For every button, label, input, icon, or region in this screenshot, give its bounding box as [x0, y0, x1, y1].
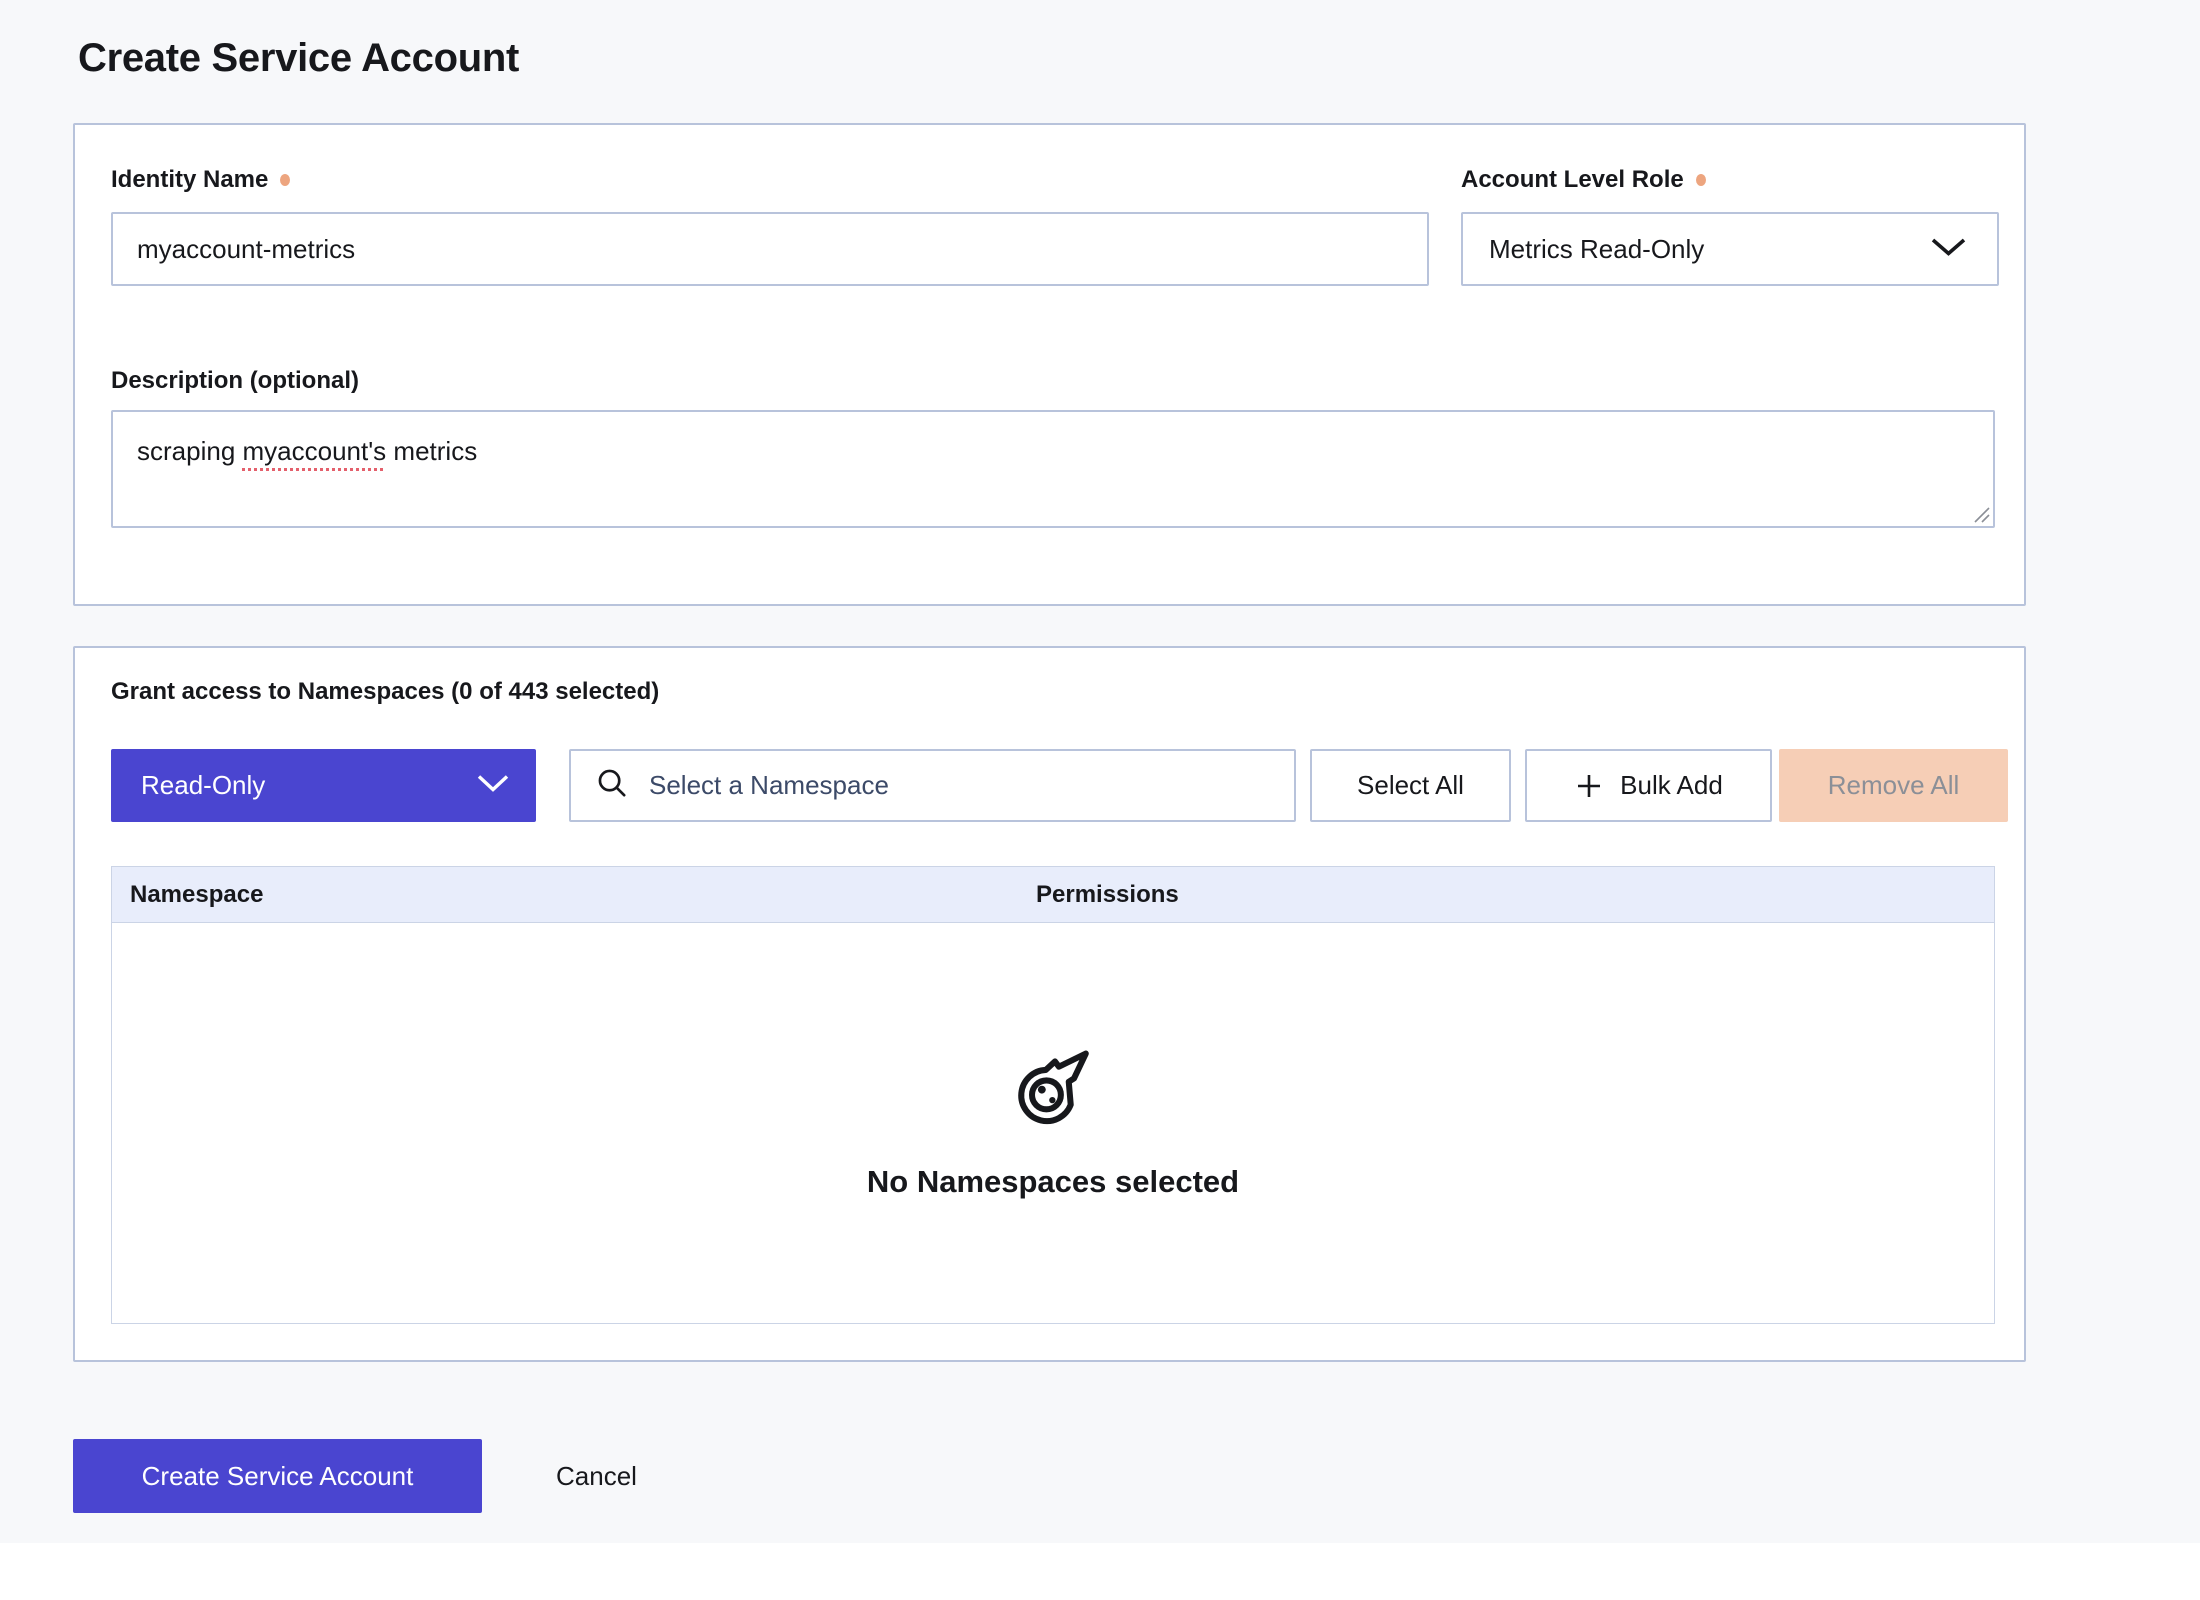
account-level-role-label: Account Level Role [1461, 165, 1684, 195]
plus-icon [1574, 771, 1604, 801]
account-level-role-field: Account Level Role Metrics Read-Only [1461, 165, 1999, 286]
remove-all-button[interactable]: Remove All [1779, 749, 2008, 822]
resize-grip-icon[interactable] [1970, 503, 1990, 523]
chevron-down-icon [476, 770, 510, 801]
description-field: Description (optional) scraping myaccoun… [111, 366, 1995, 528]
column-header-namespace: Namespace [112, 881, 1036, 909]
remove-all-label: Remove All [1828, 770, 1960, 801]
namespaces-table: Namespace Permissions No Namespaces sele… [111, 866, 1995, 1324]
required-dot-icon [280, 174, 290, 186]
create-service-account-button[interactable]: Create Service Account [73, 1439, 482, 1513]
identity-name-field: Identity Name [111, 165, 1429, 286]
description-label: Description (optional) [111, 366, 359, 396]
chevron-down-icon [1930, 234, 1967, 265]
account-level-role-select[interactable]: Metrics Read-Only [1461, 212, 1999, 286]
namespaces-table-header: Namespace Permissions [112, 867, 1994, 923]
description-text-suffix: metrics [386, 436, 477, 466]
select-all-label: Select All [1357, 770, 1464, 801]
bulk-add-button[interactable]: Bulk Add [1525, 749, 1772, 822]
form-actions: Create Service Account Cancel [73, 1439, 2026, 1513]
permission-dropdown[interactable]: Read-Only [111, 749, 536, 822]
namespace-search[interactable] [569, 749, 1296, 822]
identity-name-input[interactable] [111, 212, 1429, 286]
account-level-role-value: Metrics Read-Only [1489, 234, 1704, 265]
cancel-label: Cancel [556, 1461, 637, 1491]
description-misspelled-word: myaccount's [243, 436, 387, 466]
namespaces-table-body: No Namespaces selected [112, 923, 1994, 1323]
bottom-strip [0, 1543, 2200, 1600]
description-textarea[interactable]: scraping myaccount's metrics [111, 410, 1995, 528]
page-title: Create Service Account [78, 36, 2026, 80]
comet-icon [1011, 1046, 1095, 1128]
empty-state-message: No Namespaces selected [867, 1164, 1239, 1200]
permission-dropdown-value: Read-Only [141, 770, 265, 801]
select-all-button[interactable]: Select All [1310, 749, 1511, 822]
bulk-add-label: Bulk Add [1620, 770, 1723, 801]
namespaces-heading: Grant access to Namespaces (0 of 443 sel… [111, 677, 1995, 707]
cancel-button[interactable]: Cancel [550, 1460, 643, 1493]
identity-card: Identity Name Account Level Role Metrics… [73, 123, 2026, 606]
column-header-permissions: Permissions [1036, 881, 1994, 909]
description-text-prefix: scraping [137, 436, 243, 466]
namespaces-card: Grant access to Namespaces (0 of 443 sel… [73, 646, 2026, 1362]
namespace-search-input[interactable] [647, 769, 1274, 802]
search-icon [595, 766, 629, 805]
namespaces-toolbar: Read-Only Select All Bulk Add [111, 749, 1995, 822]
identity-name-label: Identity Name [111, 165, 268, 195]
required-dot-icon [1696, 174, 1706, 186]
page-content: Create Service Account Identity Name Acc… [73, 36, 2026, 1513]
create-service-account-label: Create Service Account [142, 1461, 414, 1492]
